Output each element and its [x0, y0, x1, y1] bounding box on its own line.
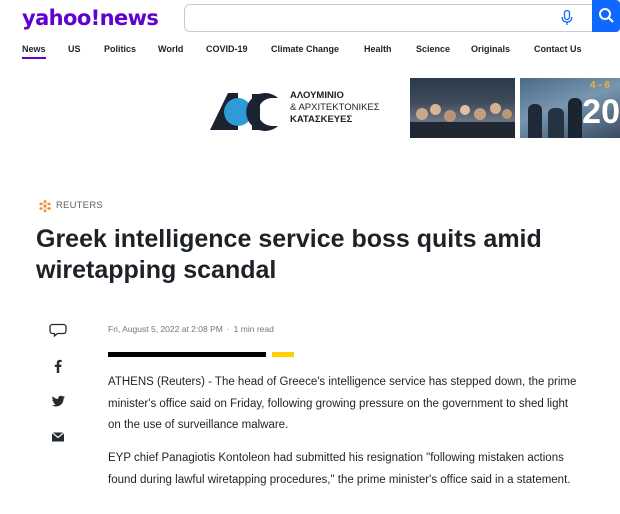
- article-paragraph-1: ATHENS (Reuters) - The head of Greece's …: [108, 376, 577, 431]
- ad-photo-expo: 4 - 6 20: [520, 78, 620, 138]
- ad-banner[interactable]: ΑΛΟΥΜΙΝΙΟ & ΑΡΧΙΤΕΚΤΟΝΙΚΕΣ ΚΑΤΑΣΚΕΥΕΣ 4 …: [208, 78, 620, 138]
- email-icon[interactable]: [46, 428, 70, 446]
- twitter-icon[interactable]: [46, 392, 70, 410]
- ad-line-2: & ΑΡΧΙΤΕΚΤΟΝΙΚΕΣ: [290, 102, 380, 113]
- facebook-icon[interactable]: [46, 357, 70, 375]
- ad-date: 4 - 6: [589, 80, 610, 91]
- nav-science[interactable]: Science: [416, 44, 450, 54]
- nav-health[interactable]: Health: [364, 44, 392, 54]
- nav-us[interactable]: US: [68, 44, 81, 54]
- nav-news[interactable]: News: [22, 44, 46, 59]
- mic-icon[interactable]: [561, 10, 573, 26]
- comment-icon[interactable]: [46, 321, 70, 339]
- ad-text: ΑΛΟΥΜΙΝΙΟ & ΑΡΧΙΤΕΚΤΟΝΙΚΕΣ ΚΑΤΑΣΚΕΥΕΣ: [290, 90, 380, 126]
- divider-black: [108, 352, 266, 357]
- nav-originals[interactable]: Originals: [471, 44, 510, 54]
- article-title: Greek intelligence service boss quits am…: [36, 225, 542, 284]
- nav-contact-us[interactable]: Contact Us: [534, 44, 582, 54]
- meta-separator: ·: [226, 324, 230, 334]
- article-read-time: 1 min read: [233, 324, 274, 334]
- ad-brand-logo: [210, 93, 278, 131]
- nav-climate-change[interactable]: Climate Change: [271, 44, 339, 54]
- search-icon: [599, 8, 614, 23]
- ad-photo-crowd: [410, 78, 515, 138]
- divider-yellow: [272, 352, 294, 357]
- reuters-icon: [38, 199, 52, 213]
- ad-line-1: ΑΛΟΥΜΙΝΙΟ: [290, 90, 344, 101]
- nav-world[interactable]: World: [158, 44, 183, 54]
- search-input[interactable]: [184, 4, 592, 32]
- source-name: REUTERS: [56, 200, 103, 211]
- ad-year: 20: [582, 93, 620, 131]
- ad-line-3: ΚΑΤΑΣΚΕΥΕΣ: [290, 114, 353, 125]
- nav-politics[interactable]: Politics: [104, 44, 136, 54]
- search-button[interactable]: [592, 0, 620, 32]
- article-date: Fri, August 5, 2022 at 2:08 PM: [108, 324, 223, 334]
- article-paragraph-2: EYP chief Panagiotis Kontoleon had submi…: [108, 452, 571, 486]
- yahoo-news-logo[interactable]: yahoo!news: [22, 7, 159, 29]
- nav-covid-19[interactable]: COVID-19: [206, 44, 248, 54]
- article-meta: Fri, August 5, 2022 at 2:08 PM · 1 min rea…: [108, 324, 274, 334]
